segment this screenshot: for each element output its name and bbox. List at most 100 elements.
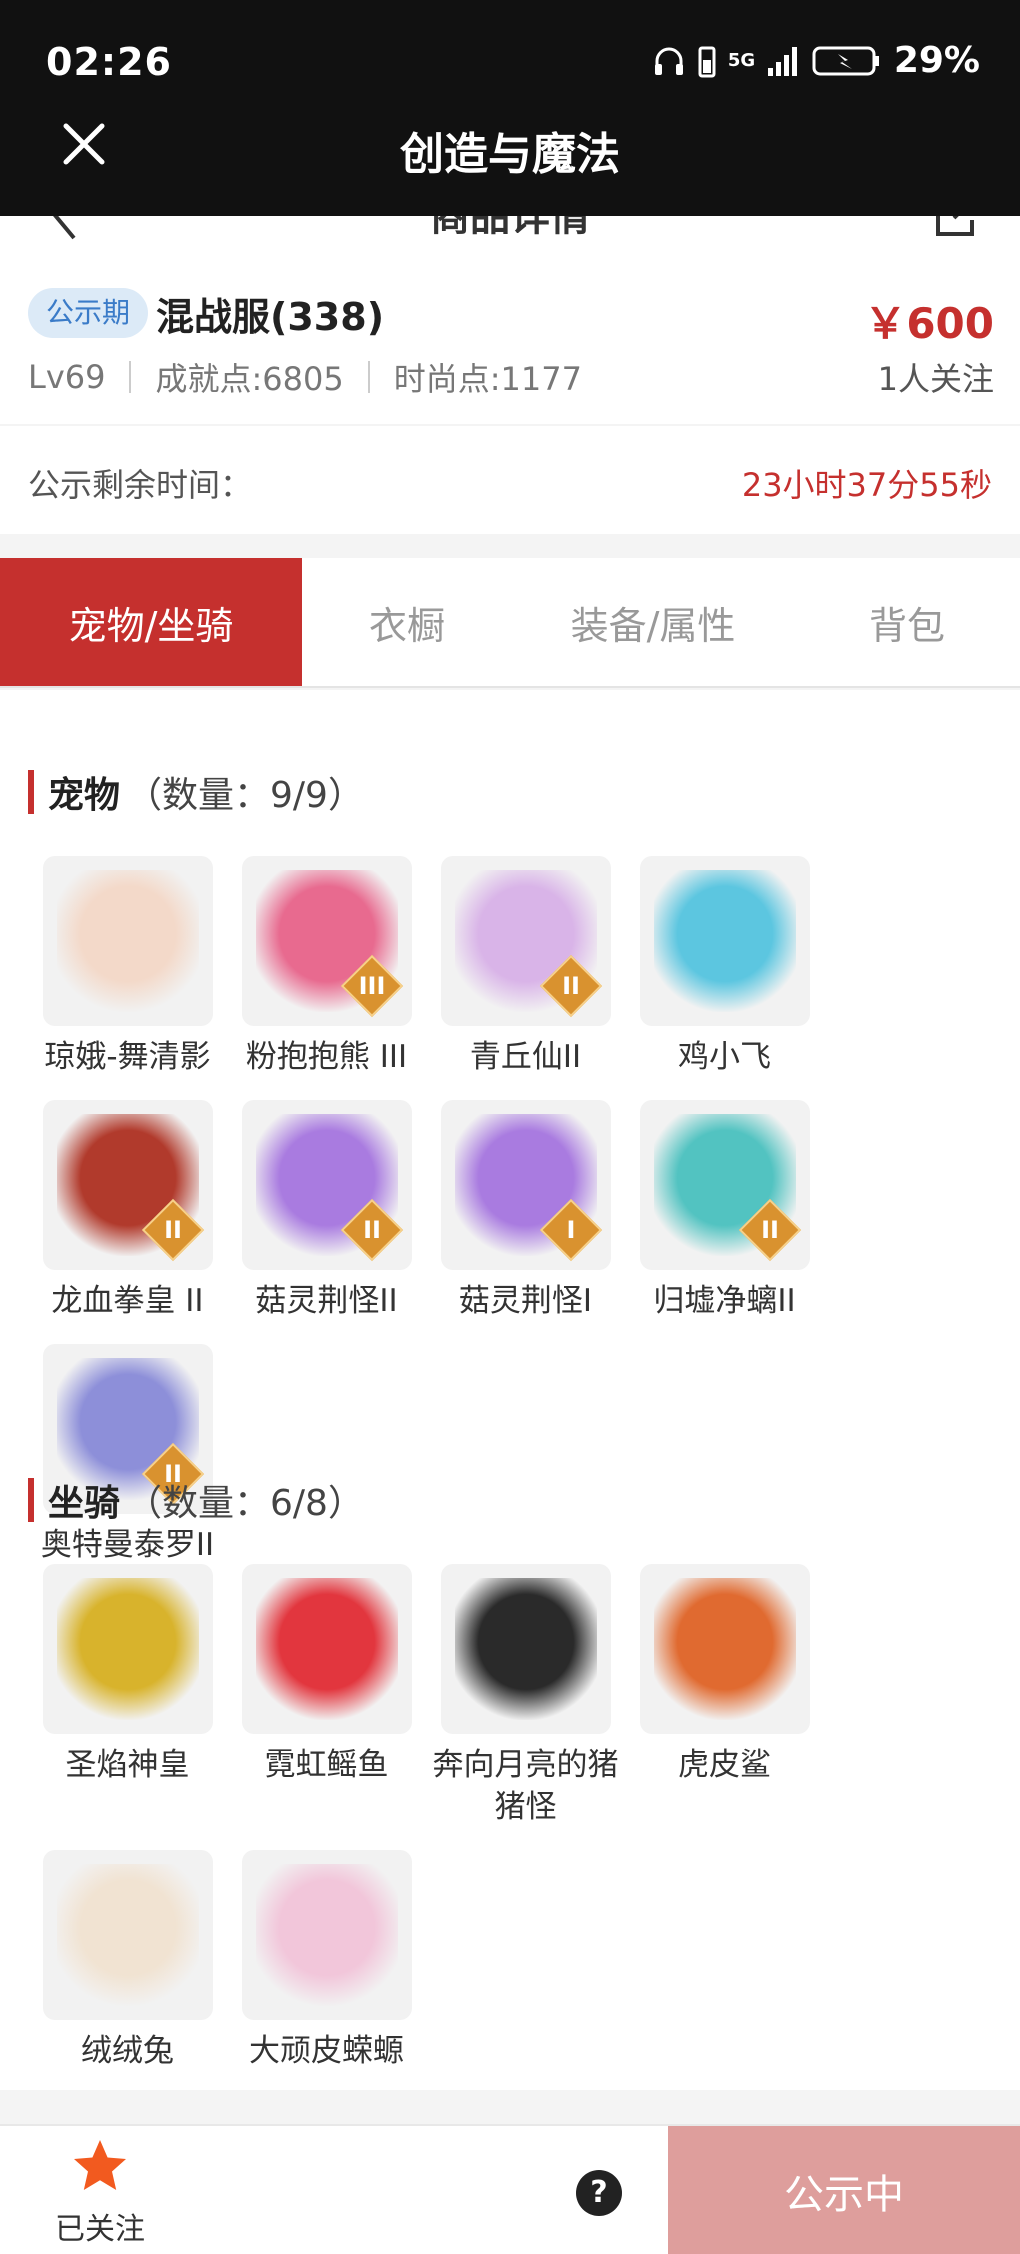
pet-item[interactable]: II 归墟净螭II — [625, 1100, 824, 1322]
listing-summary: 公示期 混战服(338) ￥600 Lv69 成就点:6805 时尚点:1177… — [0, 246, 1020, 424]
battery-icon — [812, 46, 879, 75]
publicity-countdown: 公示剩余时间： 23小时37分55秒 — [0, 426, 1020, 534]
pet-name: 奥特曼泰罗II — [40, 1527, 215, 1563]
mount-thumbnail — [639, 1564, 810, 1734]
pet-avatar-icon — [56, 870, 199, 1012]
section-marker — [28, 1478, 34, 1522]
tier-label: I — [566, 1216, 575, 1244]
pet-item[interactable]: II 龙血拳皇 II — [28, 1100, 227, 1322]
section-name: 坐骑 — [48, 1483, 121, 1524]
tab-backpack[interactable]: 背包 — [794, 558, 1020, 686]
divider — [367, 361, 370, 393]
pet-name: 龙血拳皇 II — [51, 1283, 204, 1319]
level: Lv69 — [28, 358, 106, 396]
pet-name: 归墟净螭II — [653, 1283, 796, 1319]
tier-label: III — [358, 972, 385, 1000]
detail-header: 商品详情 — [0, 216, 1020, 246]
mount-avatar-icon — [454, 1578, 597, 1720]
mount-item[interactable]: 圣焰神皇 — [28, 1564, 227, 1828]
headphones-icon — [654, 47, 683, 75]
tab-wardrobe[interactable]: 衣橱 — [302, 558, 512, 686]
achievement-points: 成就点:6805 — [155, 360, 344, 398]
tab-equipment[interactable]: 装备/属性 — [512, 558, 794, 686]
mount-item[interactable]: 绒绒兔 — [28, 1850, 227, 2072]
pet-name: 琼娥-舞清影 — [44, 1039, 211, 1075]
mount-avatar-icon — [56, 1578, 199, 1720]
follow-label: 已关注 — [55, 2212, 145, 2247]
price: ￥600 — [864, 299, 994, 348]
pet-thumbnail: II — [440, 856, 611, 1026]
countdown-value: 23小时37分55秒 — [741, 466, 992, 504]
pet-name: 鸡小飞 — [678, 1039, 771, 1075]
mount-item[interactable]: 奔向月亮的猪猪怪 — [426, 1564, 625, 1828]
share-icon[interactable] — [932, 216, 978, 240]
fashion-points: 时尚点:1177 — [393, 360, 582, 398]
mount-name: 圣焰神皇 — [65, 1747, 190, 1783]
pet-item[interactable]: 琼娥-舞清影 — [28, 856, 227, 1078]
divider — [129, 361, 132, 393]
pet-thumbnail: II — [241, 1100, 412, 1270]
follower-count: 1人关注 — [877, 360, 994, 398]
status-time: 02:26 — [46, 40, 172, 84]
pet-avatar-icon — [653, 870, 796, 1012]
mount-avatar-icon — [255, 1578, 398, 1720]
pet-thumbnail: II — [42, 1100, 213, 1270]
pet-item[interactable]: I 菇灵荆怪I — [426, 1100, 625, 1322]
pet-item[interactable]: 鸡小飞 — [625, 856, 824, 1078]
publicity-status-button[interactable]: 公示中 — [668, 2126, 1020, 2254]
mount-avatar-icon — [255, 1864, 398, 2006]
mount-thumbnail — [241, 1564, 412, 1734]
star-icon — [74, 2140, 126, 2190]
pet-thumbnail — [42, 856, 213, 1026]
mount-thumbnail — [440, 1564, 611, 1734]
tier-label: II — [760, 1216, 779, 1244]
pet-thumbnail: III — [241, 856, 412, 1026]
pet-name: 菇灵荆怪I — [458, 1283, 593, 1319]
small-battery-icon — [698, 46, 716, 77]
pet-thumbnail: II — [639, 1100, 810, 1270]
mount-name: 霓虹鳐鱼 — [264, 1747, 389, 1783]
tier-label: II — [362, 1216, 381, 1244]
section-marker — [28, 770, 34, 814]
mount-item[interactable]: 霓虹鳐鱼 — [227, 1564, 426, 1828]
battery-percent: 29% — [893, 40, 980, 81]
tab-pets-mounts[interactable]: 宠物/坐骑 — [0, 558, 302, 686]
category-tabs: 宠物/坐骑 衣橱 装备/属性 背包 — [0, 558, 1020, 688]
mount-name: 虎皮鲨 — [678, 1747, 771, 1783]
network-type-label: 5G — [727, 49, 756, 71]
mount-item[interactable]: 大顽皮蝾螈 — [227, 1850, 426, 2072]
mount-name: 奔向月亮的猪猪怪 — [432, 1747, 619, 1825]
detail-title: 商品详情 — [430, 216, 590, 240]
pet-item[interactable]: III 粉抱抱熊 III — [227, 856, 426, 1078]
mount-name: 绒绒兔 — [81, 2033, 174, 2069]
section-count: （数量：9/9） — [126, 775, 364, 816]
pet-thumbnail — [639, 856, 810, 1026]
status-right: 5G 29% — [652, 40, 980, 81]
tier-label: II — [561, 972, 580, 1000]
mounts-section-title: 坐骑 （数量：6/8） — [28, 1474, 364, 1526]
bottom-action-bar: 已关注 ? 公示中 — [0, 2124, 1020, 2254]
app-title: 创造与魔法 — [400, 129, 620, 180]
pet-grid: 琼娥-舞清影 III 粉抱抱熊 III II 青丘仙II 鸡小飞 II 龙血拳皇 II II 菇灵… — [28, 856, 1008, 1566]
tier-label: II — [163, 1216, 182, 1244]
pets-section-title: 宠物 （数量：9/9） — [28, 766, 364, 818]
title-bar: 创造与魔法 — [0, 90, 1020, 216]
pet-item[interactable]: II 奥特曼泰罗II — [28, 1344, 227, 1566]
server-name: 混战服(338) — [156, 295, 385, 339]
help-icon[interactable]: ? — [576, 2170, 622, 2216]
mount-name: 大顽皮蝾螈 — [249, 2033, 404, 2069]
section-count: （数量：6/8） — [126, 1483, 364, 1524]
mount-avatar-icon — [653, 1578, 796, 1720]
mount-thumbnail — [42, 1564, 213, 1734]
mount-thumbnail — [42, 1850, 213, 2020]
pet-item[interactable]: II 青丘仙II — [426, 856, 625, 1078]
pet-item[interactable]: II 菇灵荆怪II — [227, 1100, 426, 1322]
signal-icon — [767, 46, 797, 76]
pet-name: 青丘仙II — [469, 1039, 582, 1075]
pet-thumbnail: I — [440, 1100, 611, 1270]
mount-grid: 圣焰神皇 霓虹鳐鱼 奔向月亮的猪猪怪 虎皮鲨绒绒兔 大顽皮蝾螈 — [28, 1564, 1008, 2072]
mount-item[interactable]: 虎皮鲨 — [625, 1564, 824, 1828]
countdown-label: 公示剩余时间： — [28, 466, 253, 504]
pet-name: 菇灵荆怪II — [255, 1283, 398, 1319]
follow-button[interactable]: 已关注 — [40, 2136, 160, 2248]
